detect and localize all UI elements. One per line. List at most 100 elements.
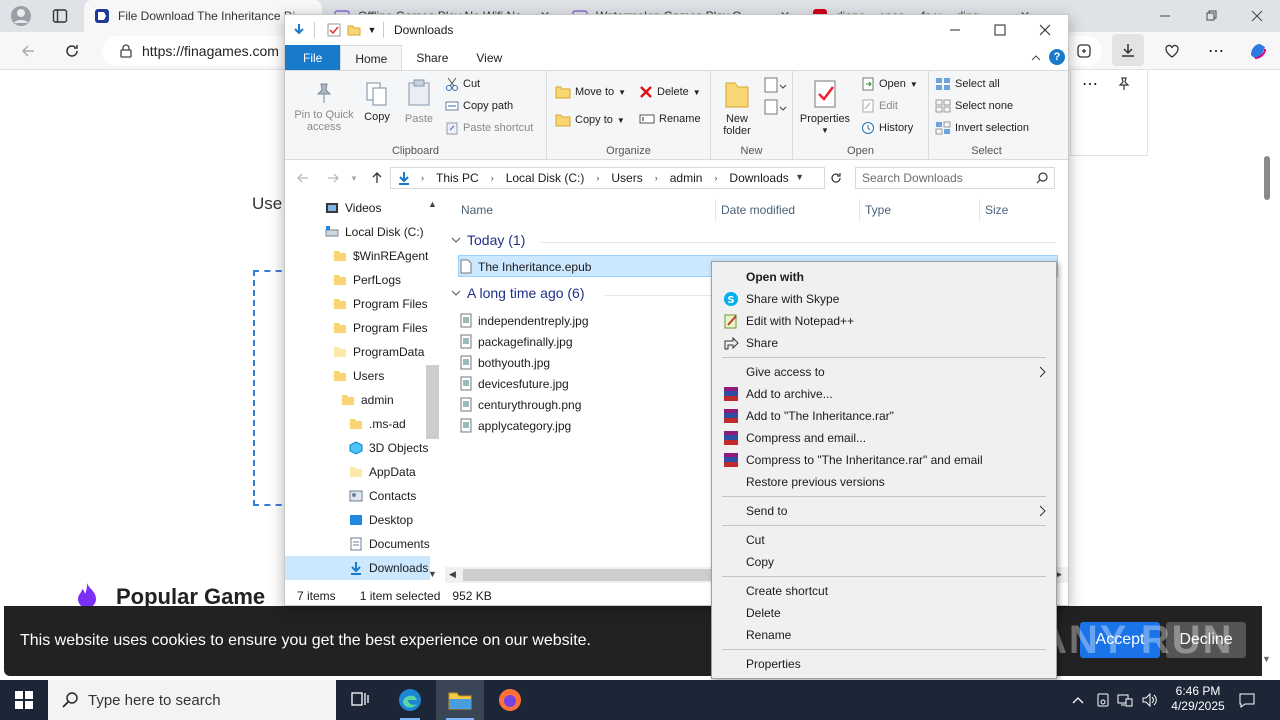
breadcrumb-local-disk[interactable]: Local Disk (C:) <box>500 171 591 185</box>
scroll-up-icon[interactable]: ▲ <box>428 199 437 209</box>
copy-path-button[interactable]: Copy path <box>445 99 513 113</box>
menu-item-cut[interactable]: Cut <box>712 529 1056 551</box>
device-icon[interactable] <box>1094 692 1112 708</box>
menu-item-copy[interactable]: Copy <box>712 551 1056 573</box>
file-explorer-taskbar-icon[interactable] <box>436 680 484 720</box>
nav-item-local-disk[interactable]: Local Disk (C:) <box>325 220 424 244</box>
menu-item-compress-email[interactable]: Compress and email... <box>712 427 1056 449</box>
file-row[interactable]: independentreply.jpg <box>460 310 589 331</box>
system-clock[interactable]: 6:46 PM 4/29/2025 <box>1168 684 1228 714</box>
column-date-modified[interactable]: Date modified <box>721 203 795 217</box>
move-to-button[interactable]: Move to ▼ <box>555 85 626 99</box>
menu-item-share-skype[interactable]: S Share with Skype <box>712 288 1056 310</box>
scroll-down-icon[interactable]: ▼ <box>428 569 437 579</box>
close-icon[interactable] <box>1027 19 1063 41</box>
menu-item-share[interactable]: Share <box>712 332 1056 354</box>
group-today[interactable]: Today (1) <box>451 232 525 248</box>
menu-item-give-access[interactable]: Give access to <box>712 361 1056 383</box>
tab-file[interactable]: File <box>285 45 341 71</box>
group-long-ago[interactable]: A long time ago (6) <box>451 285 585 301</box>
nav-item-winreagent[interactable]: $WinREAgent <box>333 244 428 268</box>
copy-to-button[interactable]: Copy to ▼ <box>555 113 625 127</box>
cut-button[interactable]: Cut <box>445 77 480 91</box>
nav-item-downloads[interactable]: Downloads <box>285 556 430 580</box>
file-row[interactable]: applycategory.jpg <box>460 415 571 436</box>
nav-item-contacts[interactable]: Contacts <box>349 484 416 508</box>
tab-home[interactable]: Home <box>340 45 403 71</box>
nav-item-desktop[interactable]: Desktop <box>349 508 413 532</box>
easy-access-icon[interactable] <box>763 99 787 115</box>
properties-check-icon[interactable] <box>325 21 343 39</box>
select-none-button[interactable]: Select none <box>935 99 1013 113</box>
column-type[interactable]: Type <box>865 203 891 217</box>
nav-item-admin[interactable]: admin <box>341 388 394 412</box>
nav-item-programdata[interactable]: ProgramData <box>333 340 424 364</box>
tab-actions-icon[interactable] <box>48 4 72 28</box>
page-scroll-thumb[interactable] <box>1264 156 1270 200</box>
history-button[interactable]: History <box>861 121 913 135</box>
nav-scroll-thumb[interactable] <box>426 365 439 439</box>
browser-essentials-icon[interactable] <box>1158 38 1186 64</box>
address-dropdown-icon[interactable]: ▼ <box>795 172 804 182</box>
refresh-icon[interactable] <box>827 169 845 187</box>
breadcrumb-admin[interactable]: admin <box>664 171 709 185</box>
nav-item-perflogs[interactable]: PerfLogs <box>333 268 401 292</box>
task-view-icon[interactable] <box>336 680 384 720</box>
up-icon[interactable] <box>367 169 387 187</box>
pin-quick-access-button[interactable]: Pin to Quick access <box>289 81 359 133</box>
start-button[interactable] <box>0 680 48 720</box>
scroll-left-icon[interactable]: ◀ <box>449 569 456 580</box>
forward-icon[interactable] <box>323 169 343 187</box>
horizontal-scroll-thumb[interactable] <box>463 569 713 581</box>
menu-item-properties[interactable]: Properties <box>712 653 1056 675</box>
copilot-icon[interactable] <box>1244 38 1272 64</box>
properties-button[interactable]: Properties ▼ <box>799 79 851 137</box>
firefox-taskbar-icon[interactable] <box>486 680 534 720</box>
paste-shortcut-button[interactable]: Paste shortcut <box>445 121 533 135</box>
select-all-button[interactable]: Select all <box>935 77 1000 91</box>
close-browser-icon[interactable] <box>1242 4 1272 28</box>
help-icon[interactable]: ? <box>1049 49 1065 65</box>
menu-item-add-archive[interactable]: Add to archive... <box>712 383 1056 405</box>
nav-item-documents[interactable]: Documents <box>349 532 430 556</box>
new-folder-small-icon[interactable] <box>345 21 363 39</box>
back-icon[interactable] <box>14 38 42 64</box>
downloads-icon[interactable] <box>1112 34 1144 66</box>
nav-item-ms-ad[interactable]: .ms-ad <box>349 412 406 436</box>
tab-view[interactable]: View <box>462 45 516 71</box>
edit-button[interactable]: Edit <box>861 99 898 113</box>
nav-item-users[interactable]: Users <box>333 364 384 388</box>
recent-locations-icon[interactable]: ▼ <box>347 169 361 187</box>
tab-share[interactable]: Share <box>402 45 462 71</box>
menu-item-rename[interactable]: Rename <box>712 624 1056 646</box>
menu-item-open-with[interactable]: Open with <box>712 266 1056 288</box>
page-scrollbar[interactable]: ▼ <box>1262 150 1272 670</box>
nav-item-program-files-x86[interactable]: Program Files <box>333 316 428 340</box>
menu-item-restore-versions[interactable]: Restore previous versions <box>712 471 1056 493</box>
menu-item-create-shortcut[interactable]: Create shortcut <box>712 580 1056 602</box>
file-row[interactable]: centurythrough.png <box>460 394 581 415</box>
customize-dropdown-icon[interactable]: ▼ <box>365 21 379 39</box>
paste-button[interactable]: Paste <box>399 79 439 125</box>
collapse-ribbon-icon[interactable] <box>1029 49 1043 67</box>
notifications-icon[interactable] <box>1236 690 1258 710</box>
quick-access-download-icon[interactable] <box>289 21 309 39</box>
minimize-icon[interactable] <box>1150 4 1180 28</box>
breadcrumb-users[interactable]: Users <box>605 171 648 185</box>
invert-selection-button[interactable]: Invert selection <box>935 121 1029 135</box>
nav-item-3d-objects[interactable]: 3D Objects <box>349 436 428 460</box>
page-more-icon[interactable]: ⋯ <box>1077 72 1103 96</box>
nav-item-videos[interactable]: Videos <box>325 196 381 220</box>
search-downloads-input[interactable]: Search Downloads <box>855 167 1055 189</box>
menu-item-add-rar[interactable]: Add to "The Inheritance.rar" <box>712 405 1056 427</box>
rename-button[interactable]: Rename <box>639 113 701 125</box>
profile-avatar-icon[interactable] <box>8 4 34 28</box>
pin-icon[interactable] <box>1111 72 1137 96</box>
file-row[interactable]: bothyouth.jpg <box>460 352 550 373</box>
breadcrumb-downloads[interactable]: Downloads <box>723 171 794 185</box>
file-row[interactable]: packagefinally.jpg <box>460 331 573 352</box>
edge-taskbar-icon[interactable] <box>386 680 434 720</box>
delete-button[interactable]: Delete ▼ <box>639 85 701 99</box>
new-item-icon[interactable] <box>763 77 787 93</box>
new-folder-button[interactable]: New folder <box>717 79 757 137</box>
